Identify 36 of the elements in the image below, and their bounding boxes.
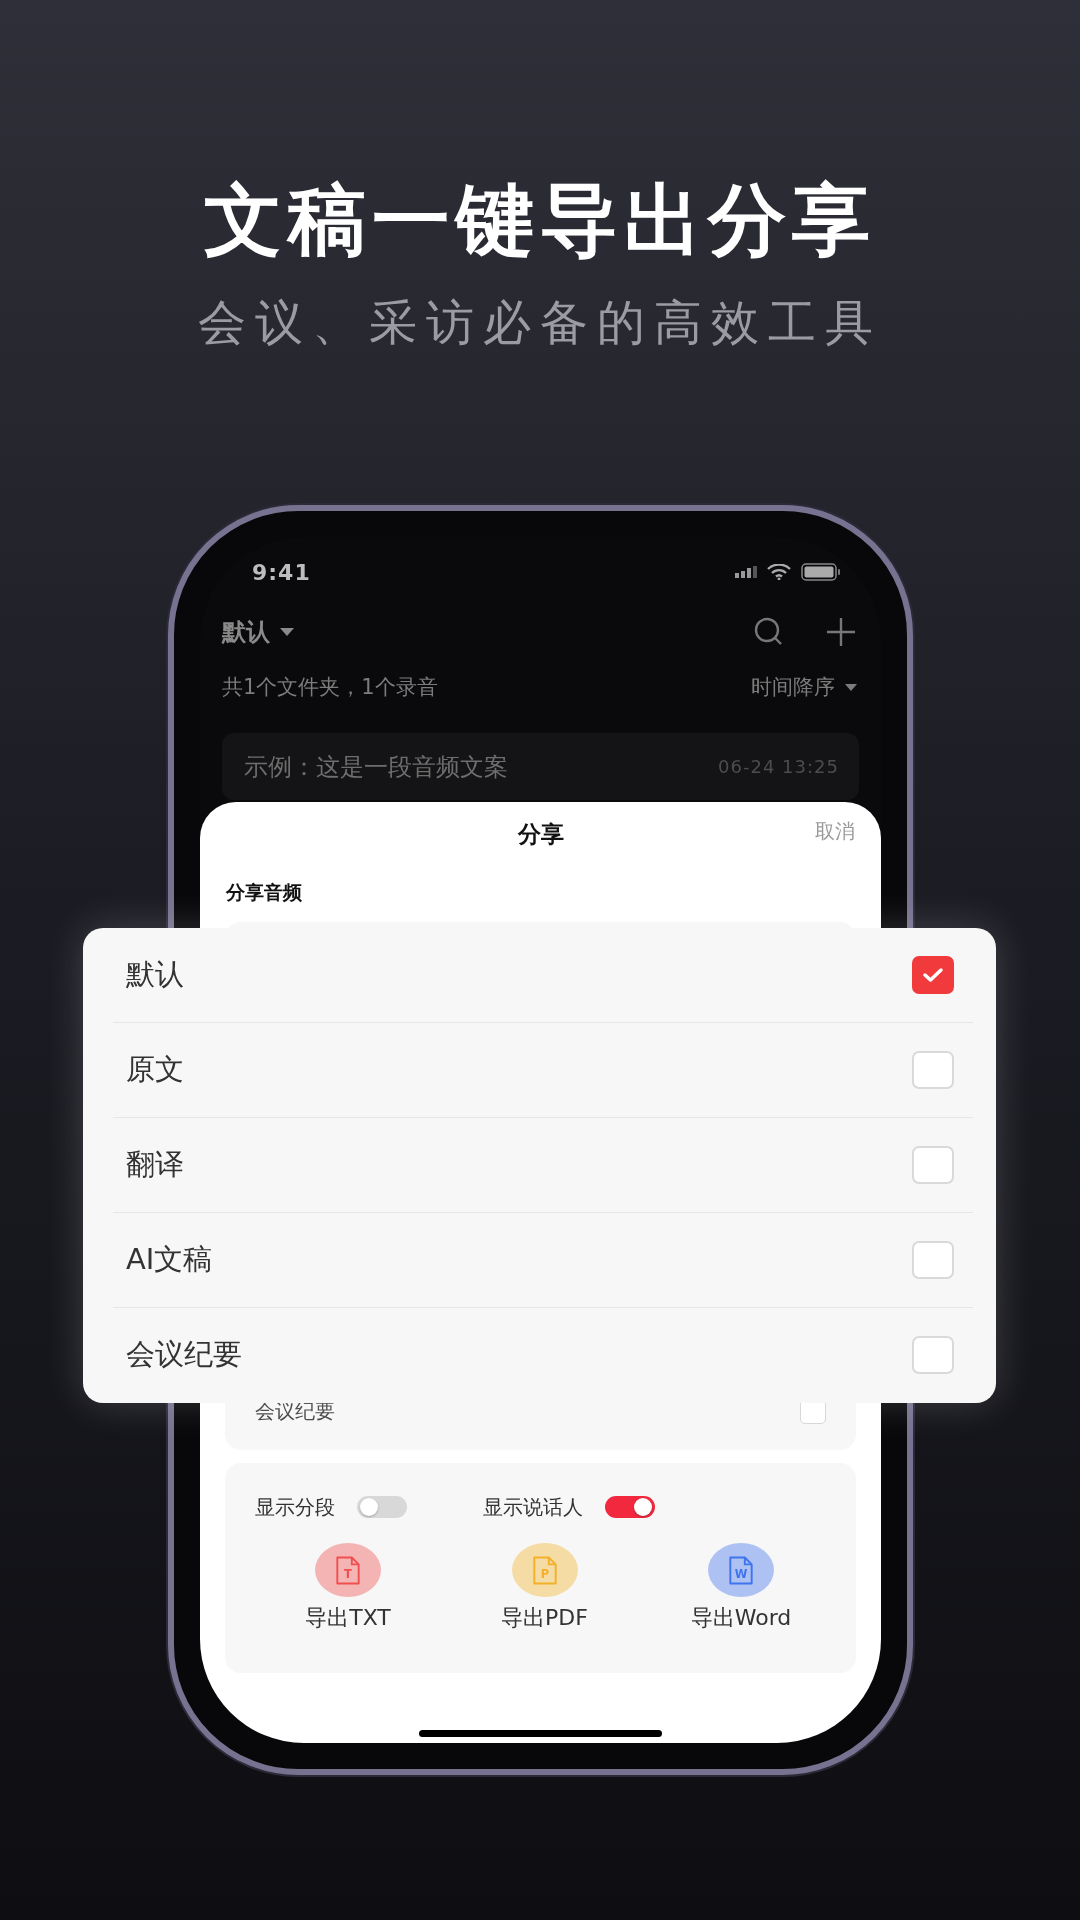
checkbox[interactable]: [912, 956, 954, 994]
document-icon: W: [728, 1555, 754, 1585]
cancel-button[interactable]: 取消: [815, 818, 855, 845]
option-label: 默认: [126, 956, 184, 993]
option-label: 原文: [126, 1051, 184, 1088]
toggle-label: 显示说话人: [483, 1493, 583, 1521]
battery-icon: [801, 563, 841, 581]
option-label: AI文稿: [126, 1241, 213, 1278]
toggle-label: 显示分段: [255, 1493, 335, 1521]
document-icon: T: [335, 1555, 361, 1585]
option-label: 翻译: [126, 1146, 184, 1183]
status-time: 9:41: [252, 559, 311, 585]
recording-time: 06-24 13:25: [718, 756, 839, 777]
headline: 文稿一键导出分享: [204, 174, 876, 267]
wifi-icon: [767, 564, 791, 580]
caret-icon: [280, 628, 294, 636]
check-icon: [922, 967, 944, 983]
sort-dropdown[interactable]: 时间降序: [751, 673, 857, 701]
option-label: 会议纪要: [255, 1397, 335, 1425]
section-title: 分享音频: [226, 880, 302, 905]
toggle-switch[interactable]: [605, 1496, 655, 1518]
folder-dropdown[interactable]: 默认: [222, 616, 294, 648]
export-button[interactable]: P 导出PDF: [469, 1543, 620, 1633]
document-icon: P: [531, 1555, 558, 1585]
add-icon[interactable]: [825, 616, 857, 648]
signal-icon: [735, 566, 757, 578]
summary-text: 共1个文件夹，1个录音: [222, 674, 438, 701]
export-button[interactable]: W 导出Word: [666, 1543, 816, 1633]
option-label: 会议纪要: [126, 1336, 242, 1373]
recording-item[interactable]: 示例：这是一段音频文案 06-24 13:25: [222, 733, 859, 800]
toggle-switch[interactable]: [357, 1496, 407, 1518]
sheet-title: 分享: [517, 819, 564, 849]
export-button[interactable]: T 导出TXT: [273, 1543, 423, 1633]
recording-title: 示例：这是一段音频文案: [244, 751, 508, 783]
caret-icon: [845, 683, 857, 691]
subheadline: 会议、采访必备的高效工具: [198, 293, 882, 352]
